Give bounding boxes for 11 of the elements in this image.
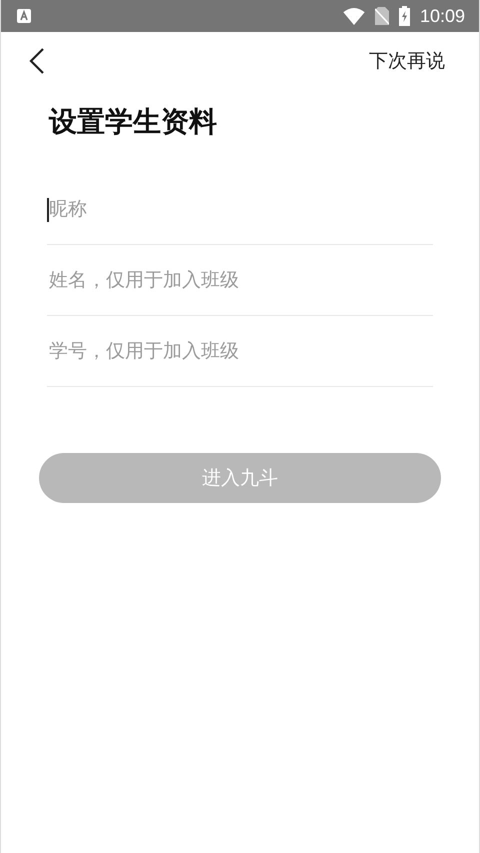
notification-icon [17, 9, 31, 23]
no-sim-icon [374, 7, 389, 25]
input-field[interactable]: 学号，仅用于加入班级 [47, 340, 433, 362]
skip-link[interactable]: 下次再说 [369, 48, 445, 74]
input-field[interactable]: 姓名，仅用于加入班级 [47, 269, 433, 291]
wifi-icon [342, 8, 365, 24]
back-icon[interactable] [29, 48, 45, 74]
page-title: 设置学生资料 [49, 104, 218, 140]
input-field[interactable]: 昵称 [47, 198, 433, 220]
clock-time: 10:09 [420, 6, 465, 26]
battery-charging-icon [398, 6, 410, 26]
